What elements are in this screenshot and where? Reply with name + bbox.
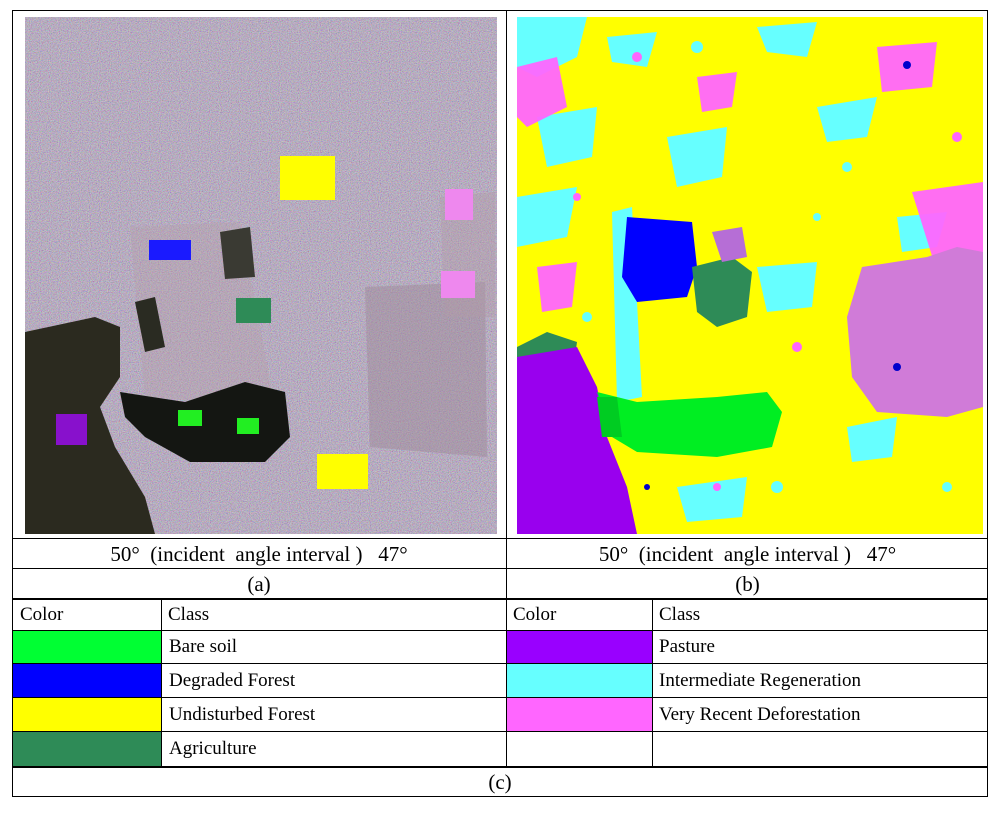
legend-col-line <box>161 600 162 766</box>
legend-col-line <box>652 600 653 766</box>
panel-b-angle-caption: 50° (incident angle interval ) 47° <box>598 542 897 566</box>
legend-swatch-undisturbed-forest <box>13 698 161 731</box>
panel-a-label: (a) <box>247 572 271 596</box>
sample-agriculture <box>236 298 271 323</box>
classified-map <box>517 17 983 534</box>
legend-class-degraded-forest: Degraded Forest <box>169 670 296 691</box>
sample-very-recent-deforestation <box>441 271 475 298</box>
sample-undisturbed-forest <box>317 454 368 489</box>
legend-label: (c) <box>488 770 512 794</box>
legend-swatch-intermediate-regeneration <box>507 664 652 697</box>
legend-header-class: Class <box>659 604 701 625</box>
panel-b-label: (b) <box>735 572 760 596</box>
legend-header-class: Class <box>168 604 210 625</box>
legend-swatch-pasture <box>507 631 652 663</box>
sample-undisturbed-forest <box>280 156 335 200</box>
sample-bare-soil <box>237 418 259 434</box>
legend-header-color: Color <box>513 604 557 625</box>
legend-class-pasture: Pasture <box>659 636 715 657</box>
classified-map-panel <box>517 17 983 534</box>
legend-swatch-very-recent-deforestation <box>507 698 652 731</box>
legend-class-very-recent-deforestation: Very Recent Deforestation <box>659 704 861 725</box>
sample-very-recent-deforestation <box>445 189 473 220</box>
sample-pasture <box>56 414 87 445</box>
legend-class-intermediate-regeneration: Intermediate Regeneration <box>659 670 862 691</box>
legend-header-color: Color <box>20 604 64 625</box>
panel-divider <box>506 10 507 599</box>
sample-degraded-forest <box>149 240 191 260</box>
legend-swatch-agriculture <box>13 732 161 766</box>
legend-swatch-degraded-forest <box>13 664 161 697</box>
legend-class-agriculture: Agriculture <box>169 738 257 759</box>
sar-image <box>25 17 497 534</box>
legend-class-bare-soil: Bare soil <box>169 636 238 657</box>
panel-a-angle-caption: 50° (incident angle interval ) 47° <box>110 542 408 566</box>
sample-bare-soil <box>178 410 202 426</box>
legend-swatch-bare-soil <box>13 631 161 663</box>
sar-image-panel <box>25 17 497 534</box>
legend-class-undisturbed-forest: Undisturbed Forest <box>169 704 316 725</box>
